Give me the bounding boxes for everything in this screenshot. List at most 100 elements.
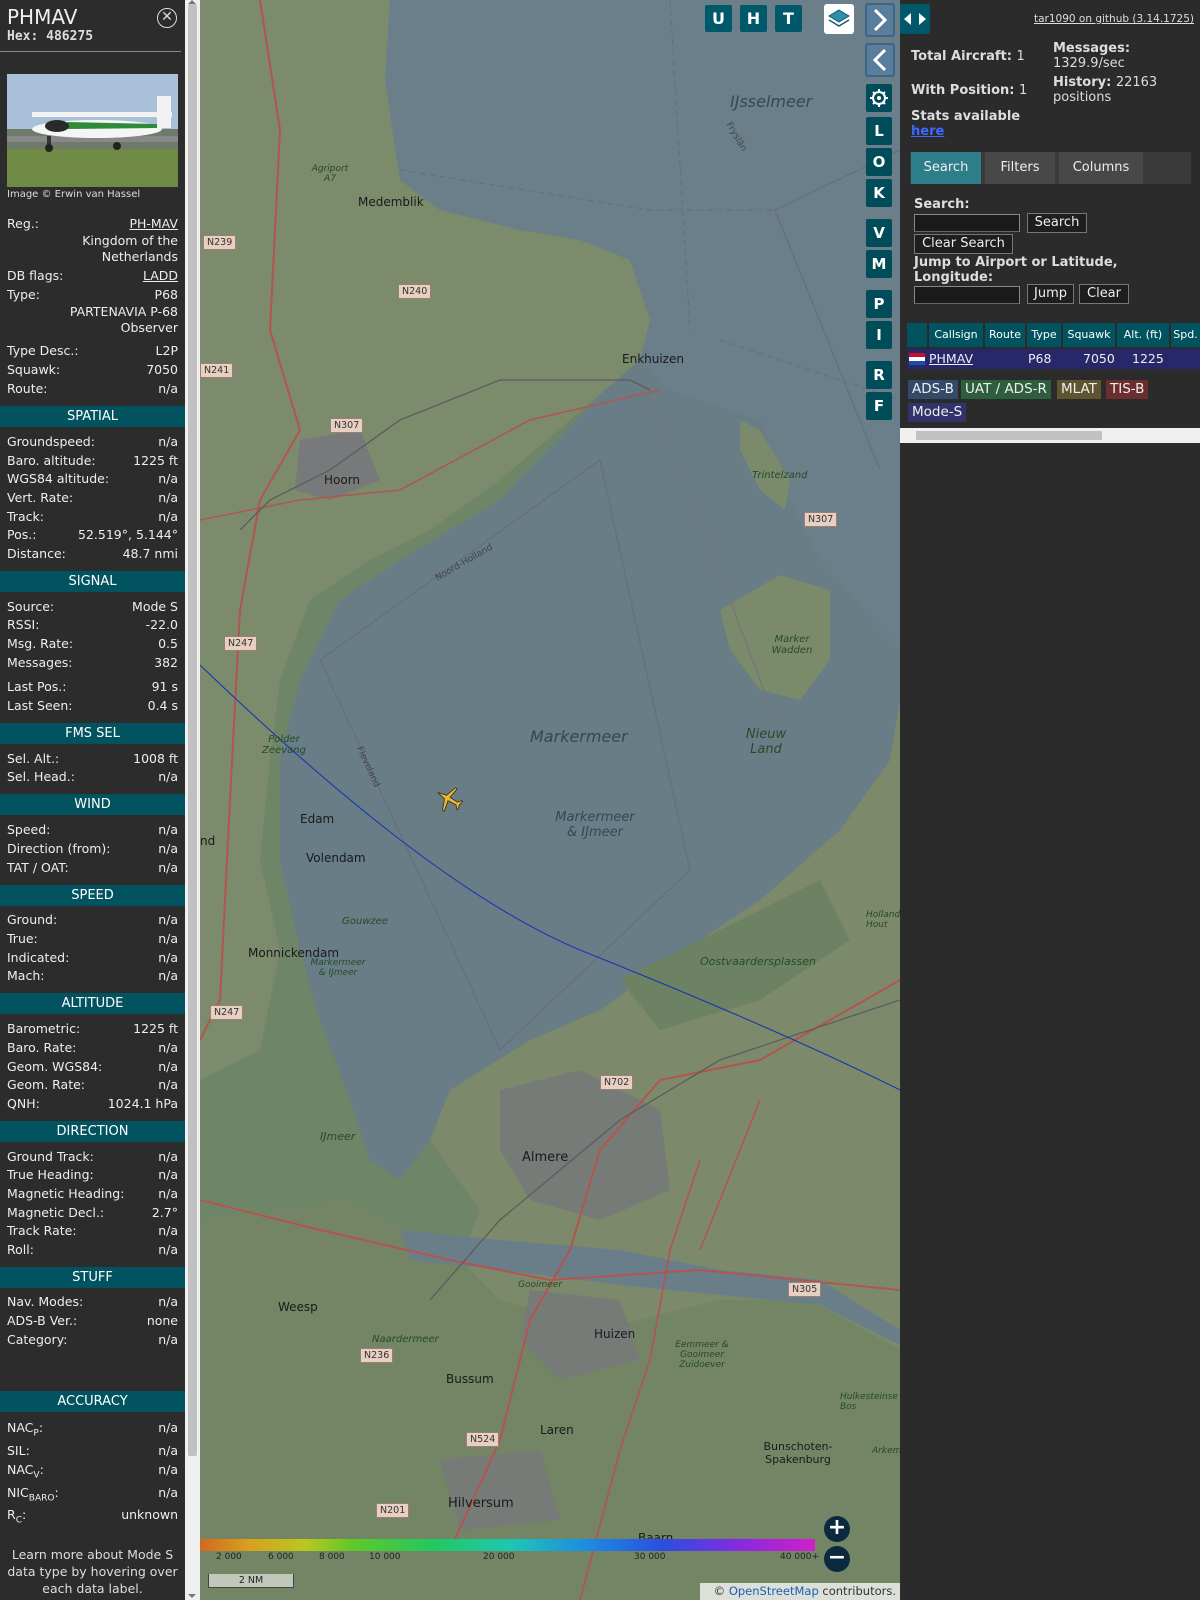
nacp-label-main: NAC — [7, 1420, 34, 1435]
nicbaro-label-sub: BARO — [28, 1493, 55, 1504]
aircraft-photo-image — [7, 74, 178, 187]
field-value: Mode S — [132, 599, 178, 614]
badge-tisb[interactable]: TIS-B — [1106, 380, 1149, 399]
stats-link[interactable]: here — [911, 124, 944, 139]
field-label: Msg. Rate: — [7, 636, 74, 651]
toggle-l-button[interactable]: L — [866, 117, 892, 145]
history-label: History: — [1053, 75, 1112, 90]
table-header-flag[interactable] — [907, 323, 927, 347]
field-label: Pos.: — [7, 527, 37, 542]
aircraft-marker-icon[interactable] — [434, 784, 464, 814]
field-value: n/a — [158, 1149, 178, 1164]
dbflags-value[interactable]: LADD — [143, 268, 178, 283]
map-label-hoorn: Hoorn — [324, 473, 361, 487]
toggle-m-button[interactable]: M — [866, 250, 892, 278]
search-button[interactable]: Search — [1027, 213, 1087, 233]
map-label-markermeer-ijmeer-small: Markermeer & IJmeer — [310, 958, 366, 978]
map-view[interactable]: IJsselmeer Markermeer Markermeer & IJmee… — [200, 0, 900, 1600]
table-row[interactable]: PHMAV P68 7050 1225 — [907, 349, 1200, 369]
toggle-u-button[interactable]: U — [705, 5, 732, 32]
table-header-route[interactable]: Route — [985, 323, 1025, 347]
toggle-f-button[interactable]: F — [866, 392, 892, 420]
map-label-markermeer: Markermeer — [530, 727, 628, 746]
jump-input[interactable] — [914, 286, 1020, 304]
toggle-k-button[interactable]: K — [866, 179, 892, 207]
typedesc-value: L2P — [155, 343, 178, 358]
toggle-v-button[interactable]: V — [866, 219, 892, 247]
toggle-i-button[interactable]: I — [866, 321, 892, 349]
tab-filters[interactable]: Filters — [985, 152, 1055, 184]
table-horizontal-scrollbar[interactable] — [900, 428, 1200, 443]
row-callsign[interactable]: PHMAV — [929, 349, 973, 369]
badge-mlat[interactable]: MLAT — [1057, 380, 1101, 399]
clear-search-button[interactable]: Clear Search — [914, 234, 1013, 254]
field-label: Roll: — [7, 1242, 34, 1257]
aircraft-photo[interactable] — [7, 74, 178, 187]
toggle-t-button[interactable]: T — [775, 5, 802, 32]
field-label: Groundspeed: — [7, 434, 95, 449]
info-panel-scrollbar[interactable] — [185, 0, 200, 1600]
layers-button[interactable] — [824, 4, 854, 34]
rc-label-main: R — [7, 1507, 16, 1522]
jump-button[interactable]: Jump — [1027, 284, 1074, 304]
road-sign: N239 — [203, 235, 237, 250]
table-header-type[interactable]: Type — [1027, 323, 1061, 347]
map-label-weesp: Weesp — [278, 1300, 318, 1314]
scroll-down-icon[interactable] — [188, 1594, 196, 1598]
tab-columns[interactable]: Columns — [1059, 152, 1143, 184]
osm-attribution-link[interactable]: OpenStreetMap — [729, 1584, 819, 1598]
map-label-medemblik: Medemblik — [358, 195, 424, 209]
search-input[interactable] — [914, 214, 1020, 232]
settings-button[interactable] — [866, 84, 892, 112]
map-label-agriport: Agriport A7 — [311, 164, 349, 184]
toggle-r-button[interactable]: R — [866, 361, 892, 389]
table-header-squawk[interactable]: Squawk — [1063, 323, 1115, 347]
table-header-altitude[interactable]: Alt. (ft) — [1117, 323, 1169, 347]
collapse-sidebar-button[interactable] — [865, 43, 895, 77]
badge-adsb[interactable]: ADS-B — [908, 380, 958, 399]
toggle-p-button[interactable]: P — [866, 290, 892, 318]
aircraft-info-panel: PHMAV Hex: 486275 ✕ Image © Erwin van Ha… — [0, 0, 185, 1600]
nacp-label: NACP: — [7, 1420, 43, 1439]
footnote: Learn more about Mode S data type by hov… — [7, 1547, 178, 1596]
field-label: TAT / OAT: — [7, 860, 69, 875]
field-label: RSSI: — [7, 617, 40, 632]
toggle-sidebar-width-button[interactable] — [900, 4, 930, 34]
field-label: WGS84 altitude: — [7, 471, 110, 486]
field-label: Track Rate: — [7, 1223, 77, 1238]
toggle-h-button[interactable]: H — [740, 5, 767, 32]
field-value: n/a — [158, 490, 178, 505]
dbflags-link[interactable]: LADD — [143, 268, 178, 283]
reg-link[interactable]: PH-MAV — [129, 216, 178, 231]
field-value: n/a — [158, 822, 178, 837]
field-label: Nav. Modes: — [7, 1294, 84, 1309]
field-label: Geom. WGS84: — [7, 1059, 103, 1074]
clear-jump-button[interactable]: Clear — [1079, 284, 1129, 304]
field-label: Sel. Alt.: — [7, 751, 60, 766]
history-unit: positions — [1053, 90, 1112, 105]
table-header-callsign[interactable]: Callsign — [929, 323, 983, 347]
field-value: n/a — [158, 1223, 178, 1238]
badge-modes[interactable]: Mode-S — [908, 403, 967, 422]
field-label: Ground: — [7, 912, 58, 927]
expand-sidebar-button[interactable] — [865, 3, 895, 37]
tab-search[interactable]: Search — [911, 152, 981, 184]
zoom-out-button[interactable]: − — [824, 1546, 850, 1572]
badge-uat-adsr[interactable]: UAT / ADS-R — [961, 380, 1051, 399]
field-label: ADS-B Ver.: — [7, 1313, 78, 1328]
zoom-in-button[interactable]: + — [824, 1516, 850, 1542]
table-header-speed[interactable]: Spd. — [1171, 323, 1200, 347]
github-link[interactable]: tar1090 on github (3.14.1725) — [1034, 13, 1194, 25]
map-canvas — [200, 0, 900, 1600]
hscroll-thumb[interactable] — [916, 431, 1102, 440]
reg-value[interactable]: PH-MAV — [129, 216, 178, 231]
field-value: n/a — [158, 841, 178, 856]
close-icon[interactable]: ✕ — [157, 8, 177, 28]
messages-stat: Messages: 1329.9/sec — [1053, 41, 1193, 71]
row-squawk: 7050 — [1083, 351, 1115, 366]
map-label-edam: Edam — [300, 812, 335, 826]
toggle-o-button[interactable]: O — [866, 148, 892, 176]
sidebar-tabs: Search Filters Columns — [910, 152, 1191, 184]
scrollbar-thumb[interactable] — [188, 4, 197, 1456]
section-header-stuff: STUFF — [0, 1267, 185, 1288]
